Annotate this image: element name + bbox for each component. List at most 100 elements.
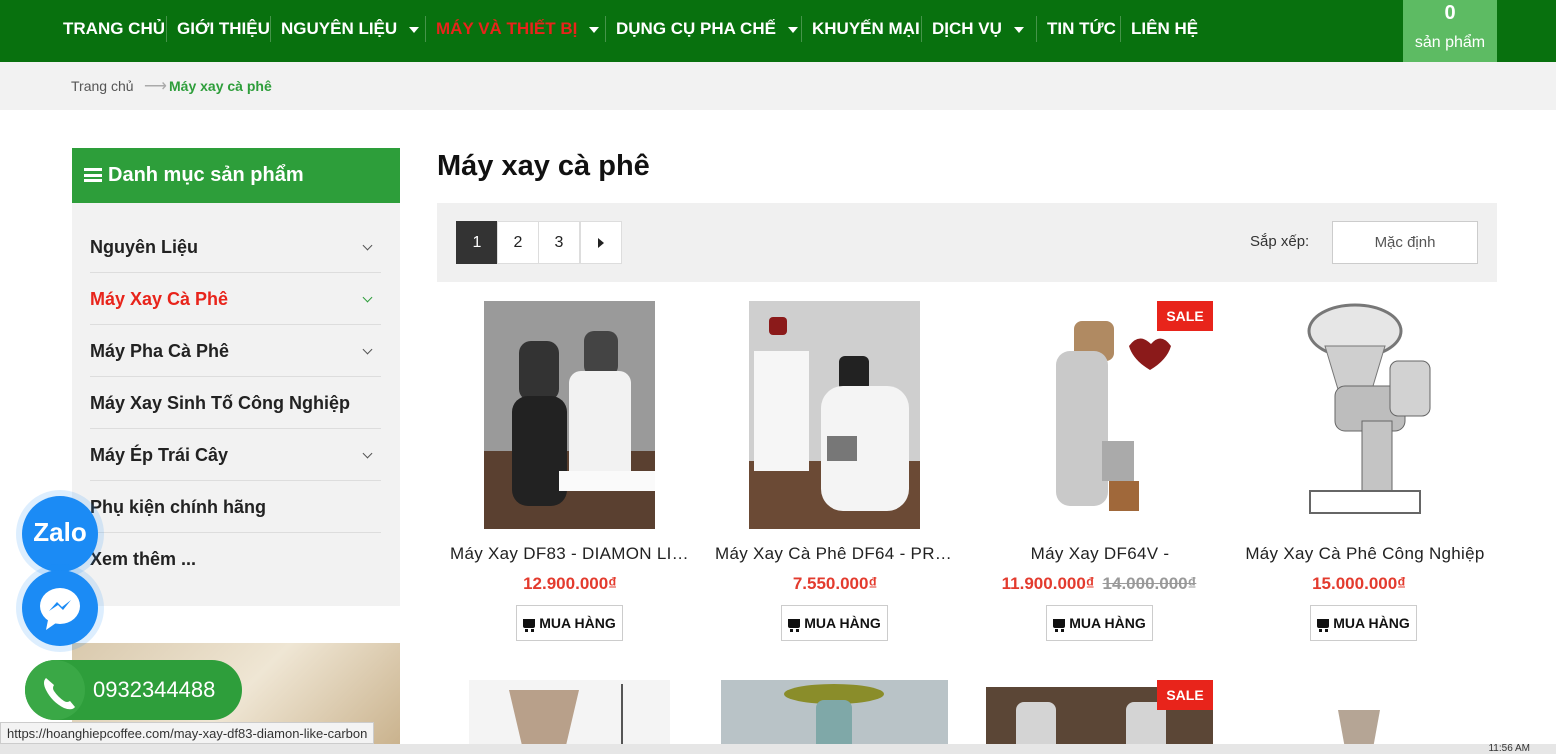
caret-down-icon	[589, 26, 600, 33]
sidebar-item-nguyen-lieu[interactable]: Nguyên Liệu	[90, 221, 381, 273]
product-image-df83[interactable]	[484, 301, 655, 529]
product-image-df64v[interactable]	[1014, 301, 1213, 529]
pagination-page-3[interactable]: 3	[538, 221, 580, 264]
menu-icon	[84, 168, 102, 182]
sidebar-item-may-ep-trai-cay[interactable]: Máy Ép Trái Cây	[90, 429, 381, 481]
pagination-page-1[interactable]: 1	[456, 221, 498, 264]
sidebar-item-label: Máy Pha Cà Phê	[90, 341, 230, 361]
product-image-row2-2[interactable]	[721, 680, 948, 754]
phone-number: 0932344488	[93, 677, 216, 702]
caret-down-icon	[409, 26, 420, 33]
breadcrumb-home-link[interactable]: Trang chủ	[71, 78, 134, 94]
messenger-icon	[40, 588, 80, 630]
sidebar-item-label: Máy Ép Trái Cây	[90, 445, 229, 465]
sort-select[interactable]: Mặc định	[1332, 221, 1478, 264]
arrow-right-icon: ⟶	[144, 78, 167, 95]
zalo-label: Zalo	[33, 517, 87, 547]
buy-button[interactable]: MUA HÀNG	[516, 605, 623, 641]
caret-down-icon	[787, 26, 798, 33]
product-price-line: 15.000.000₫	[1234, 574, 1484, 594]
messenger-button[interactable]	[22, 570, 98, 646]
buy-button-label: MUA HÀNG	[1333, 615, 1410, 631]
sidebar-item-label: Máy Xay Sinh Tố Công Nghiệp	[90, 393, 351, 413]
nav-label: MÁY VÀ THIẾT BỊ	[436, 19, 578, 38]
nav-item-khuyen-mai[interactable]: KHUYẾN MẠI	[812, 0, 920, 58]
caret-right-icon	[598, 237, 604, 248]
sidebar-title: Danh mục sản phẩm	[108, 164, 304, 186]
nav-divider	[1120, 16, 1121, 42]
nav-label: KHUYẾN MẠI	[812, 19, 920, 38]
sidebar-item-label: Phụ kiện chính hãng	[90, 497, 267, 517]
buy-button[interactable]: MUA HÀNG	[781, 605, 888, 641]
nav-divider	[605, 16, 606, 42]
cart-icon	[523, 619, 536, 632]
sidebar-item-label: Nguyên Liệu	[90, 237, 199, 257]
grinder-illustration	[1056, 321, 1171, 511]
pagination-next-button[interactable]	[580, 221, 622, 264]
sidebar-item-may-xay-sinh-to[interactable]: Máy Xay Sinh Tố Công Nghiệp	[90, 377, 381, 429]
top-navigation: TRANG CHỦ GIỚI THIỆU NGUYÊN LIỆU MÁY VÀ …	[0, 0, 1556, 62]
nav-item-lien-he[interactable]: LIÊN HỆ	[1131, 0, 1198, 58]
phone-call-button[interactable]: 0932344488	[25, 660, 242, 720]
product-name[interactable]: Máy Xay Cà Phê Công Nghiệp	[1245, 544, 1485, 564]
buy-button[interactable]: MUA HÀNG	[1046, 605, 1153, 641]
cart-icon	[788, 619, 801, 632]
sidebar-item-label: Máy Xay Cà Phê	[90, 289, 229, 309]
product-image-row2-1[interactable]	[469, 680, 670, 754]
phone-icon	[44, 678, 75, 710]
sale-badge: SALE	[1157, 301, 1213, 331]
nav-divider	[270, 16, 271, 42]
chevron-down-icon[interactable]	[362, 448, 373, 459]
sidebar-item-may-pha-ca-phe[interactable]: Máy Pha Cà Phê	[90, 325, 381, 377]
sidebar-header: Danh mục sản phẩm	[72, 148, 400, 203]
cart-icon	[1317, 619, 1330, 632]
product-image-cong-nghiep[interactable]	[1280, 301, 1451, 529]
product-price-line: 11.900.000₫ 14.000.000₫	[974, 574, 1224, 594]
nav-item-nguyen-lieu[interactable]: NGUYÊN LIỆU	[281, 0, 420, 58]
chevron-down-icon[interactable]	[362, 344, 373, 355]
taskbar-clock: 11:56 AM	[1488, 743, 1530, 754]
sidebar-item-phu-kien[interactable]: Phụ kiện chính hãng	[90, 481, 381, 533]
nav-item-may-va-thiet-bi[interactable]: MÁY VÀ THIẾT BỊ	[436, 0, 600, 58]
nav-item-gioi-thieu[interactable]: GIỚI THIỆU	[177, 0, 270, 58]
phone-icon-circle	[25, 660, 85, 720]
grinder-illustration	[749, 301, 920, 529]
plant-illustration	[784, 684, 884, 754]
sale-badge: SALE	[1157, 680, 1213, 710]
nav-divider	[801, 16, 802, 42]
page-title: Máy xay cà phê	[437, 150, 650, 182]
sidebar-item-may-xay-ca-phe[interactable]: Máy Xay Cà Phê	[90, 273, 381, 325]
product-price: 15.000.000₫	[1312, 574, 1406, 593]
chevron-down-icon[interactable]	[362, 292, 373, 303]
product-name[interactable]: Máy Xay Cà Phê DF64 - PREMIUM	[715, 544, 955, 564]
nav-item-dung-cu-pha-che[interactable]: DỤNG CỤ PHA CHẾ	[616, 0, 798, 58]
product-name[interactable]: Máy Xay DF64V -	[980, 544, 1220, 564]
cart-icon	[1053, 619, 1066, 632]
breadcrumb-current: Máy xay cà phê	[169, 78, 272, 94]
breadcrumb: Trang chủ ⟶ Máy xay cà phê	[0, 62, 1556, 110]
nav-item-dich-vu[interactable]: DỊCH VỤ	[932, 0, 1024, 58]
cart-button[interactable]: 0 sản phẩm	[1403, 0, 1497, 62]
buy-button-label: MUA HÀNG	[539, 615, 616, 631]
nav-divider	[1036, 16, 1037, 42]
buy-button[interactable]: MUA HÀNG	[1310, 605, 1417, 641]
sidebar-item-xem-them[interactable]: Xem thêm ...	[90, 533, 381, 585]
nav-label: TRANG CHỦ	[63, 19, 165, 38]
chevron-down-icon[interactable]	[362, 240, 373, 251]
pagination-page-2[interactable]: 2	[497, 221, 539, 264]
product-price-line: 12.900.000₫	[445, 574, 695, 594]
caret-down-icon	[1013, 26, 1024, 33]
nav-item-tin-tuc[interactable]: TIN TỨC	[1047, 0, 1116, 58]
nav-label: DỊCH VỤ	[932, 19, 1002, 38]
cart-label: sản phẩm	[1414, 34, 1486, 51]
product-price: 12.900.000₫	[523, 574, 617, 593]
nav-label: DỤNG CỤ PHA CHẾ	[616, 19, 776, 38]
product-name[interactable]: Máy Xay DF83 - DIAMON LIKE CARBON	[450, 544, 690, 564]
product-image-df64[interactable]	[749, 301, 920, 529]
zalo-chat-button[interactable]: Zalo	[22, 496, 98, 572]
nav-divider	[166, 16, 167, 42]
sidebar-item-label: Xem thêm ...	[90, 549, 197, 569]
taskbar	[0, 744, 1556, 754]
nav-item-trang-chu[interactable]: TRANG CHỦ	[63, 0, 165, 58]
product-price: 7.550.000₫	[792, 574, 878, 593]
